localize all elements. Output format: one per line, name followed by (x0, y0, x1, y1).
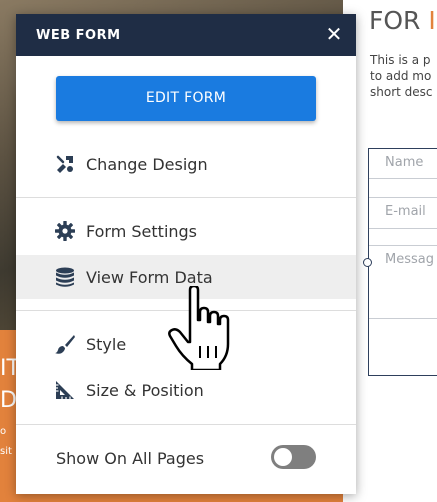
show-on-all-pages-toggle[interactable] (271, 445, 316, 469)
email-field[interactable]: E-mail (369, 197, 437, 229)
resize-handle[interactable] (363, 258, 372, 267)
name-field[interactable]: Name (369, 149, 437, 179)
background-text-line: o (0, 426, 7, 437)
menu-item-label: Change Design (86, 155, 208, 174)
description-line: short desc (370, 85, 433, 99)
edit-form-button[interactable]: EDIT FORM (56, 76, 316, 121)
divider (16, 197, 356, 198)
paint-brush-icon (55, 335, 75, 354)
menu-item-label: View Form Data (86, 268, 213, 287)
menu-item-form-settings[interactable]: Form Settings (16, 209, 356, 253)
background-text-line: sit (0, 446, 12, 457)
gear-icon (55, 221, 75, 241)
panel-title: WEB FORM (36, 28, 121, 43)
menu-item-label: Style (86, 335, 127, 354)
background-form-section: FOR I This is a p to add mo short desc N… (343, 0, 437, 502)
background-description: This is a p to add mo short desc (370, 52, 437, 100)
description-line: to add mo (370, 69, 432, 83)
web-form-panel: WEB FORM ✕ EDIT FORM Change Design Form … (16, 14, 356, 494)
background-web-form[interactable]: Name E-mail Messag (368, 148, 437, 376)
database-icon (56, 267, 74, 287)
show-on-all-pages-label: Show On All Pages (56, 449, 205, 468)
ruler-triangle-icon (56, 381, 74, 399)
toggle-knob (274, 448, 292, 466)
description-line: This is a p (370, 53, 431, 67)
message-field[interactable]: Messag (369, 245, 437, 319)
close-button[interactable]: ✕ (324, 24, 344, 44)
panel-header: WEB FORM ✕ (16, 14, 356, 56)
menu-item-change-design[interactable]: Change Design (16, 142, 356, 186)
menu-item-label: Size & Position (86, 381, 204, 400)
hand-pointer-cursor-icon (168, 286, 230, 370)
background-heading-accent: I (428, 6, 436, 35)
divider (16, 424, 356, 425)
menu-item-label: Form Settings (86, 222, 198, 241)
background-text-line: D (0, 388, 17, 413)
background-heading: FOR I (369, 6, 436, 35)
brush-palette-icon (56, 155, 73, 173)
background-heading-text: FOR (369, 6, 421, 35)
menu-item-size-position[interactable]: Size & Position (16, 368, 356, 412)
